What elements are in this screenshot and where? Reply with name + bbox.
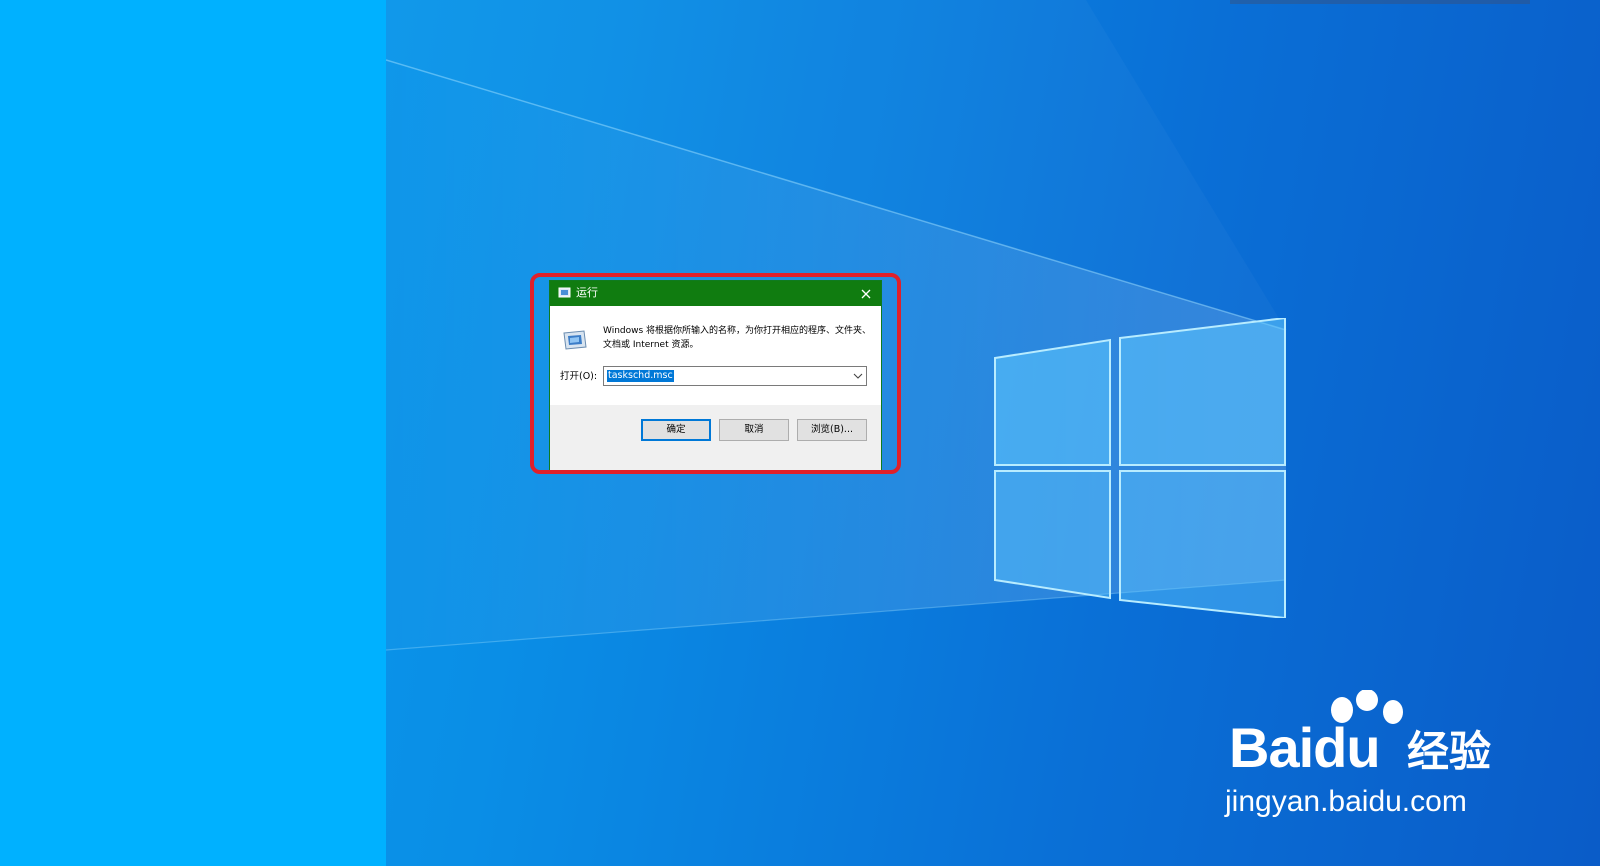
desktop: 运行 Windows 将根据你所输入的名称，为你打开相应的程序、文件夹、文档或 … (0, 0, 1600, 866)
baidu-logo-text: Baidu (1229, 716, 1381, 779)
baidu-jingyan-watermark: Baidu 经验 jingyan.baidu.com (1225, 690, 1525, 830)
left-pane (0, 0, 386, 866)
jingyan-text: 经验 (1407, 727, 1492, 776)
watermark-url: jingyan.baidu.com (1225, 785, 1467, 818)
windows-logo-icon (994, 318, 1286, 618)
logo-text-du: du (1313, 716, 1380, 779)
highlight-annotation (530, 273, 901, 474)
top-edge-strip (1230, 0, 1530, 4)
logo-text-bai: Bai (1229, 716, 1314, 779)
